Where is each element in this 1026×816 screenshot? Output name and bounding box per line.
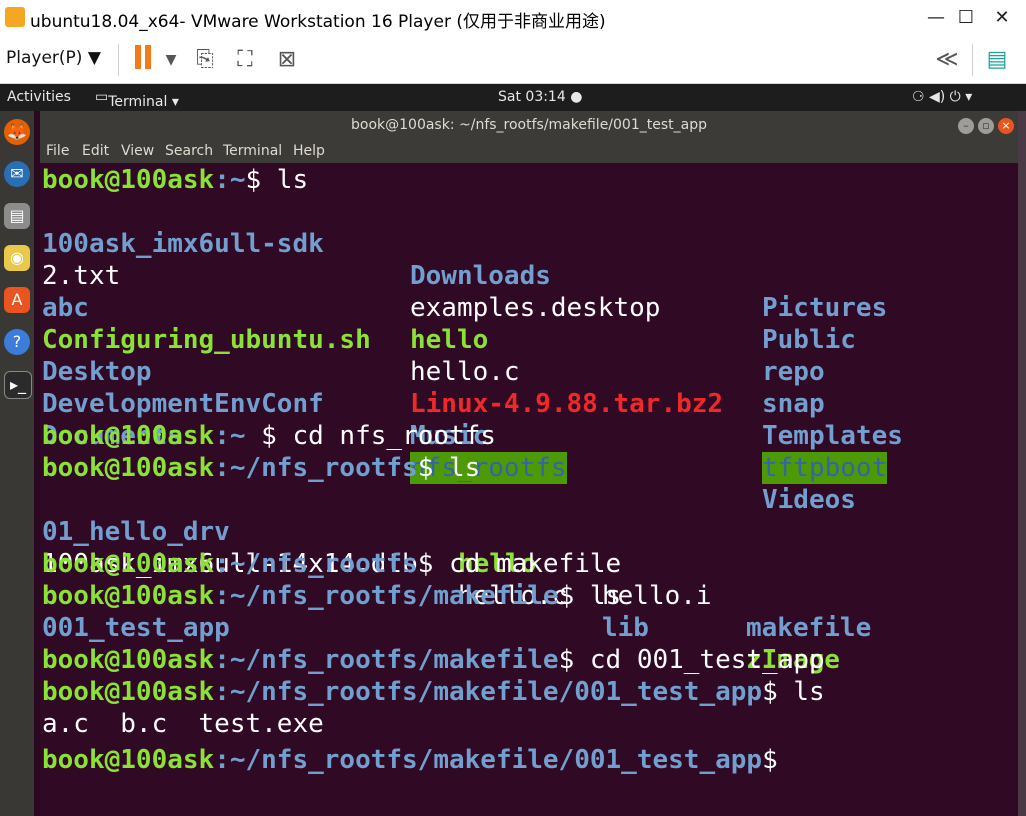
terminal-scrollbar[interactable] <box>1018 111 1026 816</box>
listing-row: 2.txt examples.desktop Public <box>42 261 856 355</box>
firefox-icon[interactable]: 🦊 <box>4 119 30 145</box>
help-icon[interactable]: ? <box>4 329 30 355</box>
terminal-line: book@100ask:~/nfs_rootfs/makefile$ cd 00… <box>42 645 825 675</box>
listing-row: 01_hello_drv hello hello.i makefile <box>42 517 872 643</box>
window-title: ubuntu18.04_x64- VMware Workstation 16 P… <box>30 12 606 32</box>
thunderbird-icon[interactable]: ✉ <box>4 161 30 187</box>
terminal-app-menu[interactable]: ▭ Terminal ▾ <box>95 89 179 110</box>
collapse-icon[interactable]: ≪ <box>932 44 962 76</box>
software-center-icon[interactable]: A <box>4 287 30 313</box>
terminal-line: book@100ask:~/nfs_rootfs/makefile$ ls <box>42 581 622 611</box>
listing-row: 100ask_imx6ull-14x14.dtb hello.c lib zIm… <box>42 549 840 675</box>
clock[interactable]: Sat 03:14 ● <box>498 89 582 105</box>
terminal-line: book@100ask:~ $ cd nfs_rootfs <box>42 421 496 451</box>
notes-icon[interactable]: ▤ <box>982 44 1012 76</box>
terminal-output[interactable]: book@100ask:~$ ls 100ask_imx6ull-sdk Dow… <box>40 163 1018 816</box>
system-status-area[interactable]: ⚆ ◀) ⏻ ▾ <box>912 89 972 105</box>
minimize-button[interactable]: — <box>922 4 950 32</box>
listing-row: 001_test_app <box>42 613 230 643</box>
menu-help[interactable]: Help <box>293 143 325 159</box>
maximize-button[interactable]: ☐ <box>952 4 980 32</box>
terminal-line: book@100ask:~/nfs_rootfs$ ls <box>42 453 481 483</box>
listing-row: Documents nfs_rootfs Videos <box>42 421 856 515</box>
menu-edit[interactable]: Edit <box>82 143 109 159</box>
menu-search[interactable]: Search <box>165 143 213 159</box>
terminal-menu-bar: File Edit View Search Terminal Help <box>40 139 1018 163</box>
unity-icon[interactable]: ⊠ <box>272 44 302 76</box>
terminal-close-button[interactable]: × <box>998 118 1014 134</box>
listing-row: DevelopmentEnvConf Music tftpboot <box>42 389 888 484</box>
listing-row: abc hello repo <box>42 293 825 387</box>
vmware-logo-icon <box>5 7 25 27</box>
fullscreen-icon[interactable]: ⛶ <box>230 44 260 76</box>
text-cursor <box>778 740 793 768</box>
terminal-icon[interactable]: ▸_ <box>4 371 32 399</box>
terminal-minimize-button[interactable]: – <box>958 118 974 134</box>
pause-icon[interactable] <box>130 44 158 76</box>
listing-row: a.c b.c test.exe <box>42 709 324 739</box>
close-button[interactable]: ✕ <box>988 4 1016 32</box>
listing-row: 100ask_imx6ull-sdk Downloads Pictures <box>42 229 888 323</box>
terminal-title: book@100ask: ~/nfs_rootfs/makefile/001_t… <box>351 117 707 133</box>
pause-dropdown-icon[interactable]: ▼ <box>162 44 180 76</box>
menu-view[interactable]: View <box>121 143 154 159</box>
current-prompt[interactable]: book@100ask:~/nfs_rootfs/makefile/001_te… <box>42 740 793 775</box>
vmware-title-bar: ubuntu18.04_x64- VMware Workstation 16 P… <box>0 0 1026 36</box>
listing-row: Desktop Linux-4.9.88.tar.bz2 Templates <box>42 357 903 451</box>
menu-file[interactable]: File <box>46 143 69 159</box>
terminal-maximize-button[interactable]: ▫ <box>978 118 994 134</box>
menu-terminal[interactable]: Terminal <box>223 143 282 159</box>
terminal-line: book@100ask:~$ ls <box>42 165 309 195</box>
terminal-title-bar: book@100ask: ~/nfs_rootfs/makefile/001_t… <box>40 111 1018 139</box>
terminal-line: book@100ask:~/nfs_rootfs$ cd makefile <box>42 549 622 579</box>
send-ctrl-alt-del-icon[interactable]: ⎘ <box>190 44 220 76</box>
ubuntu-dock: 🦊 ✉ ▤ ◉ A ? ▸_ <box>0 111 34 816</box>
terminal-line: book@100ask:~/nfs_rootfs/makefile/001_te… <box>42 677 825 707</box>
listing-row: Configuring_ubuntu.sh hello.c snap <box>42 325 825 419</box>
rhythmbox-icon[interactable]: ◉ <box>4 245 30 271</box>
gnome-top-bar: Activities ▭ Terminal ▾ Sat 03:14 ● ⚆ ◀)… <box>0 84 1026 111</box>
activities-button[interactable]: Activities <box>7 89 71 105</box>
vmware-toolbar: Player(P) ▼ ▼ ⎘ ⛶ ⊠ ≪ ▤ <box>0 36 1026 84</box>
files-icon[interactable]: ▤ <box>4 203 30 229</box>
player-menu[interactable]: Player(P) ▼ <box>6 48 101 68</box>
